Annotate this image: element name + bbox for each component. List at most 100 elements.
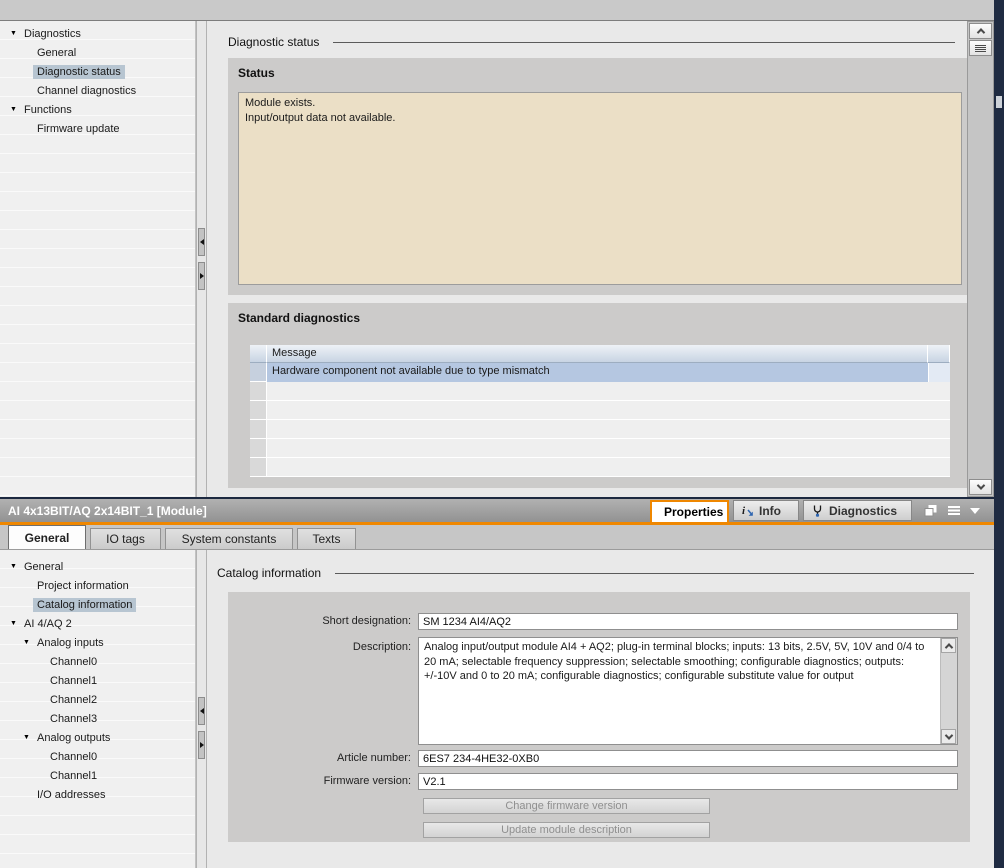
svg-text:i: i [742,505,746,517]
vertical-scrollbar[interactable] [967,21,994,497]
table-corner-cell [250,345,267,363]
empty-table-row [250,439,950,458]
float-window-icon[interactable] [924,504,938,517]
scroll-menu-button[interactable] [969,40,992,56]
expand-triangle-icon[interactable]: ▼ [20,639,33,646]
inspector-tabrow: General IO tags System constants Texts [0,525,994,550]
tree-item-out-channel0[interactable]: Channel0 [0,747,195,766]
scroll-down-button[interactable] [941,729,956,744]
empty-table-row [250,458,950,477]
tree-item-channel0[interactable]: Channel0 [0,652,195,671]
tab-texts[interactable]: Texts [297,528,356,549]
view-tab-diagnostics[interactable]: Diagnostics [803,500,912,521]
splitter-collapse-left-handle[interactable] [198,697,205,725]
splitter-collapse-right-handle[interactable] [198,731,205,759]
expand-triangle-icon[interactable]: ▼ [7,563,20,570]
diagnostic-status-view: Diagnostic status Status Module exists. … [207,21,972,497]
tree-item-channel-diagnostics[interactable]: Channel diagnostics [0,81,195,100]
expand-triangle-icon[interactable]: ▼ [7,30,20,37]
title-rule [335,573,974,574]
tab-io-tags[interactable]: IO tags [90,528,161,549]
tree-item-project-information[interactable]: Project information [0,576,195,595]
tree-item-io-addresses[interactable]: I/O addresses [0,785,195,804]
tab-label: System constants [181,532,277,546]
info-arrow-icon: i [742,505,753,517]
arrow-left-icon [199,239,204,245]
tree-item-firmware-update[interactable]: Firmware update [0,119,195,138]
message-column-header[interactable]: Message [267,345,928,363]
edge-splitter-grip[interactable] [996,96,1002,108]
description-textarea[interactable]: Analog input/output module AI4 + AQ2; pl… [418,637,958,745]
article-number-input[interactable] [418,750,958,767]
description-text: Analog input/output module AI4 + AQ2; pl… [424,641,925,682]
chevron-up-icon [944,642,953,652]
scroll-down-button[interactable] [969,479,992,495]
window-controls [924,499,980,522]
page-title: Catalog information [217,566,322,580]
expand-triangle-icon[interactable]: ▼ [7,620,20,627]
tree-item-diagnostic-status[interactable]: Diagnostic status [0,62,195,81]
top-toolbar-strip [0,0,994,21]
tree-item-ai4-aq2[interactable]: ▼ AI 4/AQ 2 [0,614,195,633]
view-tab-label: Properties [664,505,724,519]
list-icon[interactable] [947,505,961,517]
catalog-panel: Short designation: Description: Analog i… [228,592,970,842]
tree-item-label: Channel1 [50,674,98,687]
tree-item-label: Catalog information [33,597,137,612]
tree-item-analog-outputs[interactable]: ▼ Analog outputs [0,728,195,747]
tree-item-label: AI 4/AQ 2 [24,617,72,630]
splitter-collapse-right-handle[interactable] [198,262,205,290]
textarea-scrollbar[interactable] [940,638,957,744]
short-designation-input[interactable] [418,613,958,630]
tree-item-channel1[interactable]: Channel1 [0,671,195,690]
list-icon [975,44,986,53]
view-tab-info[interactable]: i Info [733,500,799,521]
empty-table-row [250,401,950,420]
tree-item-label: Channel3 [50,712,98,725]
window-edge-bar [994,0,1004,868]
tab-general[interactable]: General [8,525,86,549]
inspector-body: ▼ General Project information Catalog in… [0,550,994,868]
tree-item-general[interactable]: ▼ General [0,557,195,576]
pane-splitter[interactable] [196,21,207,497]
row-end-cell [928,363,950,382]
scroll-up-button[interactable] [969,23,992,39]
tree-item-label: Analog inputs [37,636,104,649]
tree-item-channel3[interactable]: Channel3 [0,709,195,728]
tree-item-general[interactable]: General [0,43,195,62]
standard-diagnostics-groupbox: Standard diagnostics Message Hardware co… [228,303,972,488]
standard-diagnostics-table: Message Hardware component not available… [250,345,950,477]
splitter-collapse-left-handle[interactable] [198,228,205,256]
diagnostics-nav-tree: ▼ Diagnostics General Diagnostic status … [0,21,196,497]
tree-item-analog-inputs[interactable]: ▼ Analog inputs [0,633,195,652]
status-message-box: Module exists. Input/output data not ava… [238,92,962,285]
tree-item-functions[interactable]: ▼ Functions [0,100,195,119]
tree-item-out-channel1[interactable]: Channel1 [0,766,195,785]
tab-system-constants[interactable]: System constants [165,528,293,549]
status-groupbox: Status Module exists. Input/output data … [228,58,972,295]
collapse-caret-icon[interactable] [970,507,980,514]
tab-label: General [24,530,70,545]
firmware-version-label: Firmware version: [323,775,411,787]
view-tab-label: Info [759,503,781,518]
pane-splitter[interactable] [196,550,207,868]
properties-nav-tree: ▼ General Project information Catalog in… [0,550,196,868]
view-tab-properties[interactable]: Properties [650,500,729,522]
tree-item-label: Analog outputs [37,731,111,744]
firmware-version-input[interactable] [418,773,958,790]
tree-item-label: Project information [37,579,129,592]
expand-triangle-icon[interactable]: ▼ [7,106,20,113]
expand-triangle-icon[interactable]: ▼ [20,734,33,741]
tree-item-catalog-information[interactable]: Catalog information [0,595,195,614]
tree-item-channel2[interactable]: Channel2 [0,690,195,709]
diagnostic-message-row[interactable]: Hardware component not available due to … [250,363,950,382]
chevron-up-icon [976,28,985,37]
status-line: Module exists. [245,97,316,109]
table-header-end-cell [928,345,950,363]
change-firmware-version-button: Change firmware version [423,798,710,814]
scroll-up-button[interactable] [941,638,956,653]
tree-item-label: Diagnostics [24,27,81,40]
inspector-titlebar[interactable]: AI 4x13BIT/AQ 2x14BIT_1 [Module] Propert… [0,499,994,522]
chevron-down-icon [944,730,953,740]
tree-item-diagnostics[interactable]: ▼ Diagnostics [0,24,195,43]
